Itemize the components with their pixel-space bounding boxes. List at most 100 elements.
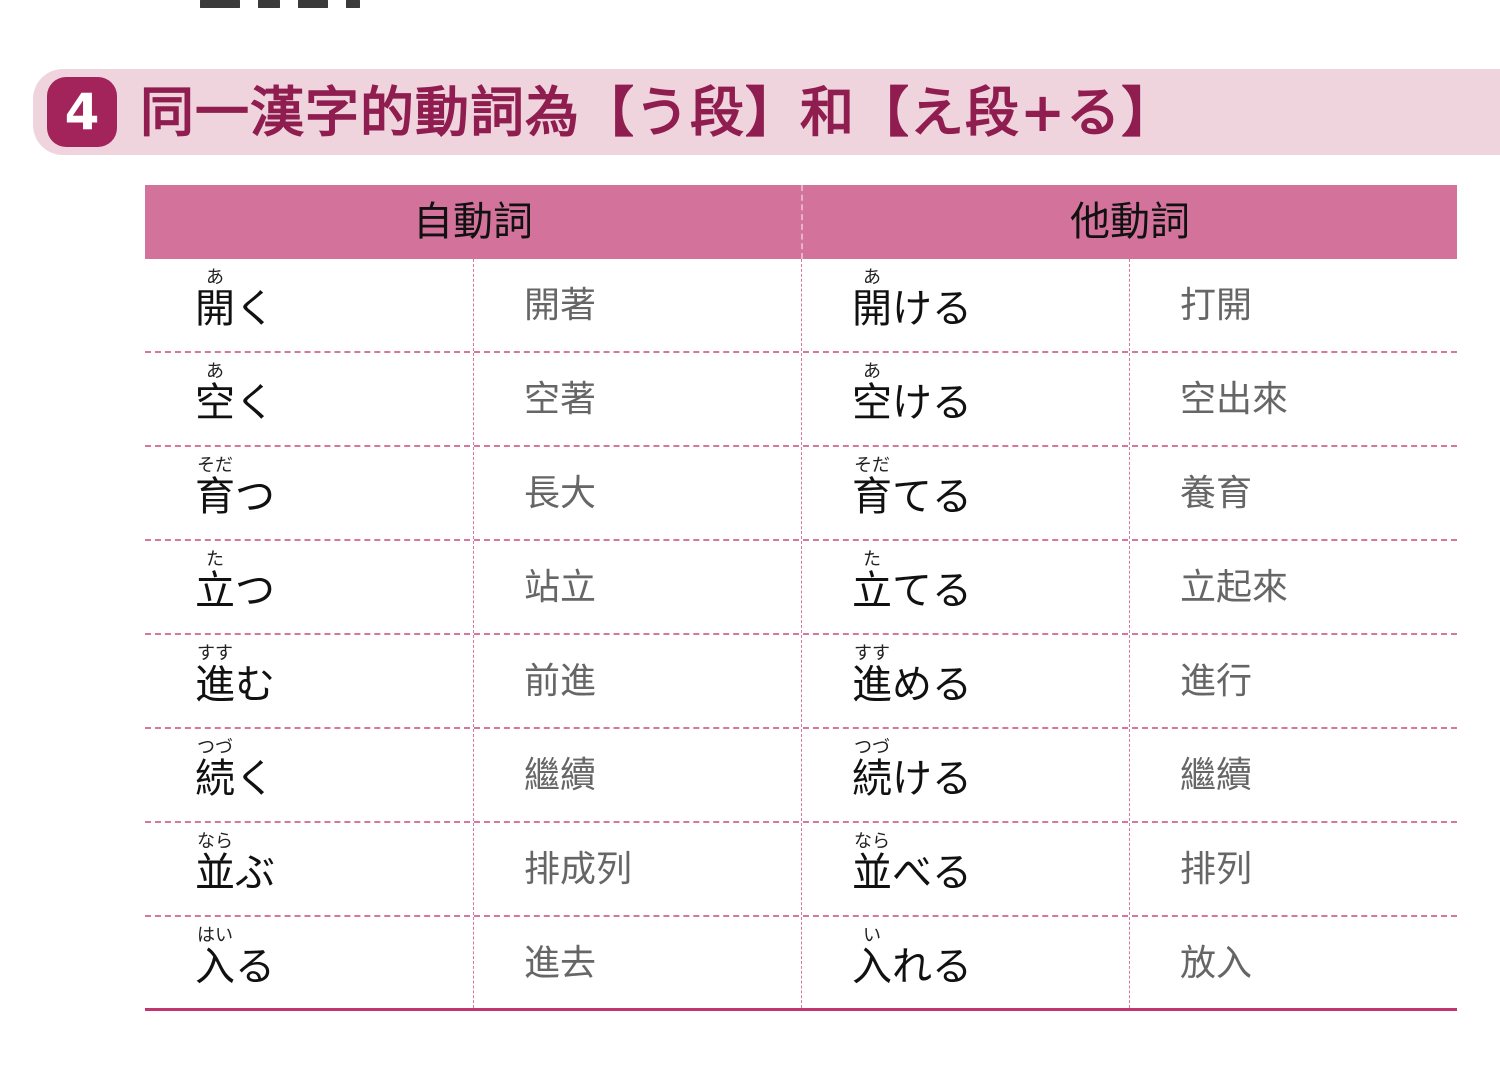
transitive-meaning-cell: 放入 [1129,917,1457,1008]
transitive-verb: 進すす める [852,643,972,705]
okurigana: てる [892,474,972,520]
transitive-verb: 並なら べる [852,831,972,893]
okurigana: く [235,286,275,332]
transitive-verb-cell: 育そだ てる [801,447,1129,539]
furigana-reading: はい [195,925,235,946]
okurigana: る [235,944,275,990]
intransitive-meaning: 開著 [524,285,597,326]
transitive-verb-cell: 入い れる [801,917,1129,1008]
furigana-reading: そだ [852,455,892,476]
table-body: 開あく開著 開あ ける 打開 空あく空著 空あ ける 空出來 育そだつ長大 育そだ てる 養育 立たつ站… [145,259,1457,1011]
okurigana: く [235,380,275,426]
intransitive-meaning: 繼續 [524,755,597,796]
kanji: 並 [852,850,892,896]
verb-kanji: 立た [195,549,235,611]
okurigana: てる [892,568,972,614]
table-row: 続つづく繼續 続つづ ける 繼續 [145,729,1457,823]
transitive-meaning-cell: 養育 [1129,447,1457,539]
kanji: 開 [852,286,892,332]
intransitive-verb-cell: 空あく [145,353,473,445]
intransitive-verb-cell: 開あく [145,259,473,351]
intransitive-meaning-cell: 進去 [473,917,801,1008]
furigana-reading: すす [852,643,892,664]
okurigana: ぶ [235,850,275,896]
kanji: 育 [195,474,235,520]
transitive-verb: 続つづ ける [852,737,972,799]
table-row: 入はいる進去 入い れる 放入 [145,917,1457,1011]
table-row: 進すすむ前進 進すす める 進行 [145,635,1457,729]
intransitive-verb-cell: 進すすむ [145,635,473,727]
transitive-meaning-cell: 繼續 [1129,729,1457,821]
transitive-verb: 空あ ける [852,361,972,423]
transitive-verb-cell: 立た てる [801,541,1129,633]
transitive-meaning-cell: 排列 [1129,823,1457,915]
transitive-verb-cell: 開あ ける [801,259,1129,351]
furigana-reading: なら [195,831,235,852]
transitive-verb-cell: 並なら べる [801,823,1129,915]
verb-kanji: 空あ [852,361,892,423]
transitive-meaning: 放入 [1180,943,1253,984]
transitive-meaning-cell: 進行 [1129,635,1457,727]
kanji: 開 [195,286,235,332]
intransitive-verb: 育そだつ [195,455,275,517]
verb-kanji: 育そだ [195,455,235,517]
furigana-reading: あ [852,361,892,382]
transitive-meaning: 排列 [1180,849,1253,890]
furigana-reading: い [852,925,892,946]
intransitive-meaning: 排成列 [524,849,633,890]
kanji: 立 [852,568,892,614]
intransitive-meaning: 長大 [524,473,597,514]
intransitive-verb-cell: 続つづく [145,729,473,821]
kanji: 入 [852,944,892,990]
intransitive-verb: 入はいる [195,925,275,987]
transitive-verb-cell: 続つづ ける [801,729,1129,821]
transitive-verb: 開あ ける [852,267,972,329]
transitive-meaning-cell: 空出來 [1129,353,1457,445]
intransitive-verb-cell: 立たつ [145,541,473,633]
table-row: 開あく開著 開あ ける 打開 [145,259,1457,353]
furigana-reading: すす [195,643,235,664]
transitive-meaning: 養育 [1180,473,1253,514]
intransitive-meaning: 站立 [524,567,597,608]
verb-kanji: 空あ [195,361,235,423]
intransitive-verb: 開あく [195,267,275,329]
table-header: 自動詞 他動詞 [145,185,1457,259]
okurigana: ける [892,756,972,802]
intransitive-meaning-cell: 開著 [473,259,801,351]
intransitive-verb: 続つづく [195,737,275,799]
furigana-reading: あ [195,361,235,382]
table-row: 空あく空著 空あ ける 空出來 [145,353,1457,447]
furigana-reading: た [852,549,892,570]
verb-kanji: 開あ [195,267,235,329]
kanji: 立 [195,568,235,614]
transitive-meaning: 進行 [1180,661,1253,702]
kanji: 空 [852,380,892,426]
verb-kanji: 進すす [852,643,892,705]
intransitive-meaning-cell: 繼續 [473,729,801,821]
verb-kanji: 並なら [852,831,892,893]
verb-kanji: 立た [852,549,892,611]
verb-kanji: 入はい [195,925,235,987]
verb-pair-table: 自動詞 他動詞 開あく開著 開あ ける 打開 空あく空著 空あ ける 空出來 育そだつ長大 育そだ… [145,185,1457,1011]
verb-kanji: 開あ [852,267,892,329]
furigana-reading: あ [195,267,235,288]
okurigana: ける [892,286,972,332]
furigana-reading: つづ [195,737,235,758]
okurigana: べる [892,850,972,896]
verb-kanji: 続つづ [852,737,892,799]
intransitive-verb: 立たつ [195,549,275,611]
kanji: 進 [195,662,235,708]
section-title: 同一漢字的動詞為【う段】和【え段+る】 [140,81,1177,144]
kanji: 進 [852,662,892,708]
transitive-meaning: 繼續 [1180,755,1253,796]
okurigana: く [235,756,275,802]
kanji: 並 [195,850,235,896]
intransitive-meaning: 進去 [524,943,597,984]
header-intransitive: 自動詞 [413,199,533,245]
furigana-reading: た [195,549,235,570]
furigana-reading: あ [852,267,892,288]
section-number-badge: 4 [47,77,117,147]
okurigana: む [235,662,275,708]
transitive-meaning-cell: 打開 [1129,259,1457,351]
transitive-meaning: 空出來 [1180,379,1289,420]
